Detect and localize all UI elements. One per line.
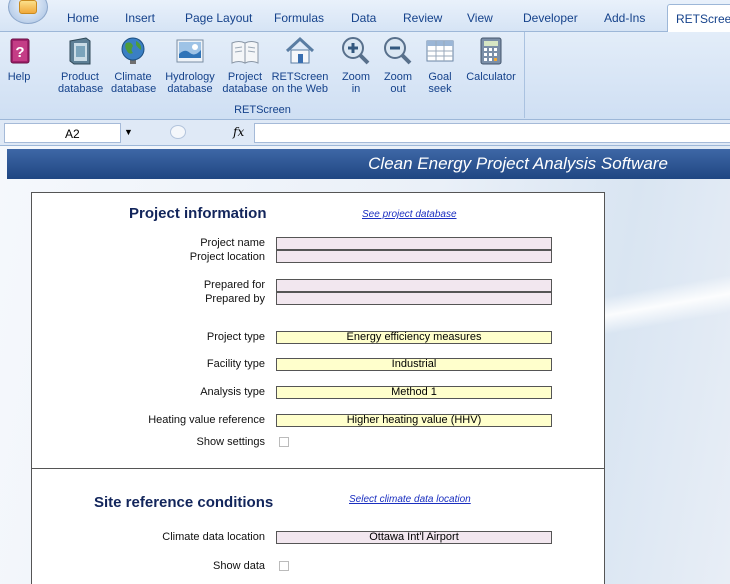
office-logo-icon: [19, 0, 37, 14]
tab-formulas[interactable]: Formulas: [274, 11, 324, 25]
tab-insert[interactable]: Insert: [125, 11, 155, 25]
tab-add-ins[interactable]: Add-Ins: [604, 11, 645, 25]
project-name-label: Project name: [200, 237, 265, 249]
project-information-heading: Project information: [129, 205, 267, 222]
formula-input[interactable]: [254, 123, 730, 143]
chevron-down-icon[interactable]: ▼: [124, 127, 133, 137]
tab-page-layout[interactable]: Page Layout: [185, 11, 252, 25]
see-project-database-link[interactable]: See project database: [362, 209, 457, 220]
climate-database-line1: Climate: [114, 71, 152, 83]
zoom-out-line2: out: [390, 83, 406, 95]
tab-developer[interactable]: Developer: [523, 11, 578, 25]
tab-retscreen[interactable]: RETScreen: [667, 4, 730, 33]
climate-database-button[interactable]: Climate database: [111, 35, 157, 95]
analysis-type-select[interactable]: Method 1: [276, 386, 552, 399]
show-data-label: Show data: [213, 560, 265, 572]
hydrology-database-button[interactable]: Hydrology database: [162, 35, 218, 95]
project-database-button[interactable]: Project database: [222, 35, 268, 95]
climate-data-location-field[interactable]: Ottawa Int'l Airport: [276, 531, 552, 544]
project-database-line1: Project: [227, 71, 263, 83]
ribbon-group-label: RETScreen: [234, 104, 291, 116]
goal-seek-line1: Goal: [428, 71, 452, 83]
zoom-out-line1: Zoom: [383, 71, 413, 83]
ribbon-tab-bar: Home Insert Page Layout Formulas Data Re…: [0, 0, 730, 33]
project-location-field[interactable]: [276, 250, 552, 263]
tab-data[interactable]: Data: [351, 11, 376, 25]
worksheet[interactable]: Clean Energy Project Analysis Software P…: [0, 146, 730, 584]
retscreen-group: ? Help Product database Climate database: [0, 32, 525, 118]
zoom-out-button[interactable]: Zoom out: [380, 35, 416, 95]
calculator-label: Calculator: [466, 71, 516, 83]
prepared-for-field[interactable]: [276, 279, 552, 292]
analysis-type-label: Analysis type: [200, 386, 265, 398]
calculator-button[interactable]: Calculator: [463, 35, 519, 83]
home-icon: [285, 36, 315, 64]
zoom-in-button[interactable]: Zoom in: [338, 35, 374, 95]
hydrology-icon: [176, 39, 204, 63]
goal-seek-line2: seek: [428, 83, 452, 95]
project-location-label: Project location: [189, 251, 265, 263]
ribbon: ? Help Product database Climate database: [0, 32, 730, 120]
select-climate-data-link[interactable]: Select climate data location: [349, 494, 471, 505]
product-database-line2: database: [58, 83, 104, 95]
project-type-label: Project type: [206, 331, 265, 343]
help-label: Help: [7, 71, 31, 83]
show-data-checkbox[interactable]: [279, 561, 289, 571]
globe-icon: [121, 37, 145, 64]
prepared-by-label: Prepared by: [205, 293, 265, 305]
tab-home[interactable]: Home: [67, 11, 99, 25]
formula-bar: A2 ▼ fx: [0, 120, 730, 146]
banner-title: Clean Energy Project Analysis Software: [368, 154, 668, 173]
site-reference-panel: Site reference conditions Select climate…: [31, 468, 605, 584]
project-database-line2: database: [222, 83, 268, 95]
help-book-icon: ?: [10, 38, 30, 64]
product-database-button[interactable]: Product database: [58, 35, 104, 95]
hydrology-database-line1: Hydrology: [165, 71, 215, 83]
zoom-out-icon: [384, 37, 412, 65]
goal-seek-button[interactable]: Goal seek: [422, 35, 458, 95]
zoom-in-line2: in: [351, 83, 361, 95]
formula-function-circle-icon[interactable]: [170, 125, 186, 139]
name-box[interactable]: A2: [4, 123, 121, 143]
show-settings-label: Show settings: [196, 436, 265, 448]
zoom-in-line1: Zoom: [341, 71, 371, 83]
product-database-line1: Product: [61, 71, 99, 83]
retscreen-web-line1: RETScreen: [271, 71, 329, 83]
heating-value-select[interactable]: Higher heating value (HHV): [276, 414, 552, 427]
svg-text:?: ?: [15, 44, 24, 61]
retscreen-web-line2: on the Web: [271, 83, 329, 95]
tab-view[interactable]: View: [467, 11, 493, 25]
help-button[interactable]: ? Help: [4, 35, 34, 83]
open-book-icon: [231, 41, 259, 64]
calculator-icon: [480, 37, 502, 65]
heating-value-label: Heating value reference: [148, 414, 265, 426]
title-banner: Clean Energy Project Analysis Software: [7, 149, 730, 179]
tab-review[interactable]: Review: [403, 11, 442, 25]
prepared-by-field[interactable]: [276, 292, 552, 305]
project-information-panel: Project information See project database…: [31, 192, 605, 469]
facility-type-label: Facility type: [206, 358, 265, 370]
show-settings-checkbox[interactable]: [279, 437, 289, 447]
project-name-field[interactable]: [276, 237, 552, 250]
prepared-for-label: Prepared for: [203, 279, 265, 291]
zoom-in-icon: [342, 37, 370, 65]
facility-type-select[interactable]: Industrial: [276, 358, 552, 371]
insert-function-icon[interactable]: fx: [233, 125, 244, 139]
hydrology-database-line2: database: [167, 83, 213, 95]
retscreen-web-button[interactable]: RETScreen on the Web: [269, 35, 331, 95]
project-type-select[interactable]: Energy efficiency measures: [276, 331, 552, 344]
office-button[interactable]: [8, 0, 48, 24]
site-reference-heading: Site reference conditions: [94, 494, 274, 511]
climate-data-location-label: Climate data location: [162, 531, 265, 543]
product-database-icon: [69, 37, 91, 65]
climate-database-line2: database: [111, 83, 157, 95]
table-icon: [426, 40, 454, 62]
